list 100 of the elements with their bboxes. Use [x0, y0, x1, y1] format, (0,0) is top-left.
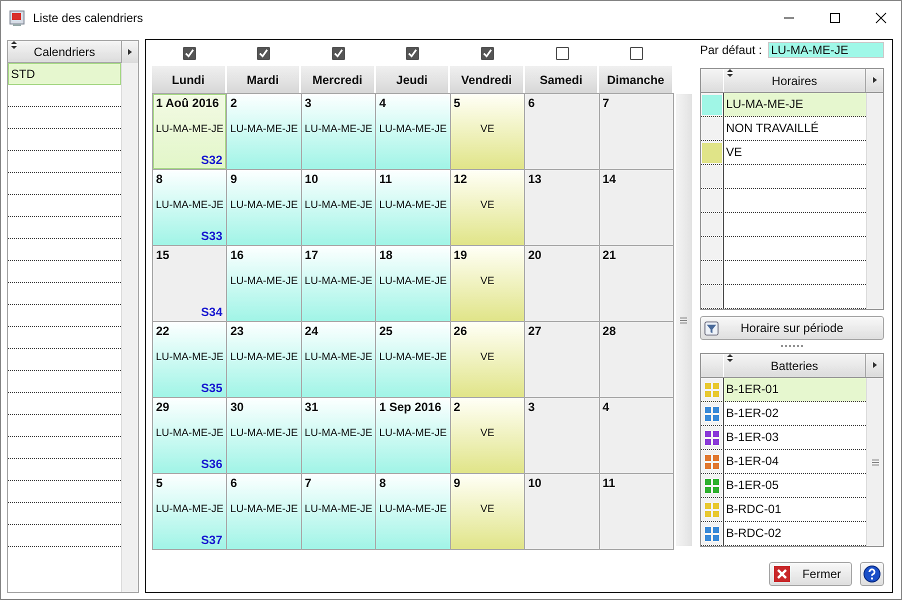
- maximize-icon[interactable]: [829, 12, 841, 24]
- battery-name: B-1ER-01: [724, 381, 779, 398]
- day-date: 6: [528, 96, 535, 110]
- day-schedule: LU-MA-ME-JE: [154, 503, 224, 515]
- day-cell[interactable]: 15 S34: [152, 246, 226, 321]
- day-checkbox[interactable]: [257, 46, 270, 60]
- schedule-row[interactable]: NON TRAVAILLÉ: [700, 117, 866, 141]
- day-cell[interactable]: 27: [525, 322, 599, 397]
- day-cell[interactable]: 17 LU-MA-ME-JE: [302, 246, 376, 321]
- week-number: S37: [201, 533, 222, 547]
- default-field[interactable]: LU-MA-ME-JE: [768, 42, 884, 58]
- scrollbar[interactable]: [676, 94, 692, 546]
- day-header: Lundi: [152, 66, 227, 93]
- day-cell[interactable]: 14: [600, 170, 673, 245]
- day-date: 18: [379, 248, 393, 262]
- day-cell[interactable]: 7: [600, 94, 673, 169]
- day-cell[interactable]: 25 LU-MA-ME-JE: [376, 322, 450, 397]
- day-checkbox[interactable]: [481, 46, 494, 60]
- day-schedule: LU-MA-ME-JE: [229, 123, 299, 135]
- day-cell[interactable]: 6: [525, 94, 599, 169]
- help-button[interactable]: [860, 562, 884, 586]
- battery-row[interactable]: B-1ER-03: [700, 426, 866, 450]
- day-cell[interactable]: 3: [525, 398, 599, 473]
- day-cell[interactable]: 7 LU-MA-ME-JE: [302, 474, 376, 549]
- day-cell[interactable]: 16 LU-MA-ME-JE: [227, 246, 301, 321]
- scrollbar[interactable]: [866, 378, 883, 546]
- day-checkbox[interactable]: [332, 46, 345, 60]
- sort-icon[interactable]: [726, 354, 733, 362]
- sort-icon[interactable]: [11, 41, 17, 49]
- scrollbar[interactable]: [120, 63, 138, 592]
- battery-row[interactable]: B-1ER-02: [700, 402, 866, 426]
- day-schedule: LU-MA-ME-JE: [378, 123, 448, 135]
- day-cell[interactable]: 4 LU-MA-ME-JE: [376, 94, 450, 169]
- day-date: 19: [454, 248, 468, 262]
- day-cell[interactable]: 18 LU-MA-ME-JE: [376, 246, 450, 321]
- day-cell[interactable]: 26 VE: [450, 322, 524, 397]
- sort-icon[interactable]: [726, 69, 733, 77]
- day-cell[interactable]: 8 LU-MA-ME-JE: [376, 474, 450, 549]
- splitter-handle[interactable]: [780, 345, 803, 350]
- day-cell[interactable]: 1 Sep 2016 LU-MA-ME-JE: [376, 398, 450, 473]
- schedule-row[interactable]: LU-MA-ME-JE: [700, 93, 866, 117]
- day-date: 7: [602, 96, 610, 110]
- day-cell[interactable]: 20: [525, 246, 599, 321]
- day-cell[interactable]: 19 VE: [450, 246, 524, 321]
- period-schedule-button[interactable]: Horaire sur période: [700, 316, 884, 340]
- day-date: 31: [304, 400, 318, 414]
- day-cell[interactable]: 9 VE: [450, 474, 524, 549]
- day-cell[interactable]: 11: [600, 474, 673, 549]
- day-cell[interactable]: 3 LU-MA-ME-JE: [302, 94, 376, 169]
- column-menu-icon[interactable]: [122, 41, 138, 63]
- day-date: 25: [379, 324, 393, 338]
- app-icon: [9, 10, 25, 26]
- column-header[interactable]: Calendriers: [8, 41, 122, 62]
- day-cell[interactable]: 28: [600, 322, 673, 397]
- battery-row[interactable]: B-RDC-01: [700, 498, 866, 522]
- battery-row[interactable]: B-1ER-04: [700, 450, 866, 474]
- calendar-item[interactable]: STD: [8, 63, 121, 85]
- day-cell[interactable]: 8 LU-MA-ME-JE S33: [152, 170, 226, 245]
- scroll-grip-icon: [872, 458, 878, 466]
- day-cell[interactable]: 10: [525, 474, 599, 549]
- day-date: 11: [602, 476, 616, 490]
- day-cell[interactable]: 12 VE: [450, 170, 524, 245]
- day-checkbox[interactable]: [556, 46, 569, 60]
- day-cell[interactable]: 4: [600, 398, 673, 473]
- day-schedule: LU-MA-ME-JE: [154, 123, 224, 135]
- day-checkbox[interactable]: [182, 46, 196, 60]
- battery-row[interactable]: B-1ER-05: [700, 474, 866, 498]
- day-cell[interactable]: 23 LU-MA-ME-JE: [227, 322, 301, 397]
- day-cell[interactable]: 30 LU-MA-ME-JE: [227, 398, 301, 473]
- day-checkbox[interactable]: [406, 46, 420, 60]
- day-checkbox[interactable]: [630, 46, 644, 60]
- day-cell[interactable]: 11 LU-MA-ME-JE: [376, 170, 450, 245]
- battery-row[interactable]: B-RDC-02: [700, 522, 866, 546]
- day-schedule: LU-MA-ME-JE: [229, 427, 299, 439]
- day-cell[interactable]: 31 LU-MA-ME-JE: [302, 398, 376, 473]
- day-cell[interactable]: 24 LU-MA-ME-JE: [302, 322, 376, 397]
- day-schedule: LU-MA-ME-JE: [229, 351, 299, 363]
- day-cell[interactable]: 22 LU-MA-ME-JE S35: [152, 322, 226, 397]
- day-cell[interactable]: 5 VE: [450, 94, 524, 169]
- day-cell[interactable]: 2 VE: [450, 398, 524, 473]
- day-schedule: LU-MA-ME-JE: [154, 199, 224, 211]
- day-cell[interactable]: 6 LU-MA-ME-JE: [227, 474, 301, 549]
- day-header: Mardi: [226, 66, 302, 93]
- scrollbar[interactable]: [866, 93, 883, 309]
- battery-name: B-RDC-02: [724, 525, 782, 542]
- day-schedule: LU-MA-ME-JE: [304, 199, 374, 211]
- close-button[interactable]: Fermer: [769, 562, 852, 586]
- day-date: 14: [602, 172, 616, 186]
- close-icon[interactable]: [875, 12, 887, 24]
- day-cell[interactable]: 13: [525, 170, 599, 245]
- day-cell[interactable]: 9 LU-MA-ME-JE: [227, 170, 301, 245]
- day-cell[interactable]: 21: [600, 246, 673, 321]
- day-date: 21: [602, 248, 616, 262]
- day-cell[interactable]: 10 LU-MA-ME-JE: [302, 170, 376, 245]
- battery-row[interactable]: B-1ER-01: [700, 378, 866, 402]
- day-cell[interactable]: 29 LU-MA-ME-JE S36: [152, 398, 226, 473]
- day-cell[interactable]: 2 LU-MA-ME-JE: [227, 94, 301, 169]
- day-cell[interactable]: 1 Aoû 2016 LU-MA-ME-JE S32: [152, 94, 226, 169]
- day-date: 23: [230, 324, 244, 338]
- day-cell[interactable]: 5 LU-MA-ME-JE S37: [152, 474, 226, 549]
